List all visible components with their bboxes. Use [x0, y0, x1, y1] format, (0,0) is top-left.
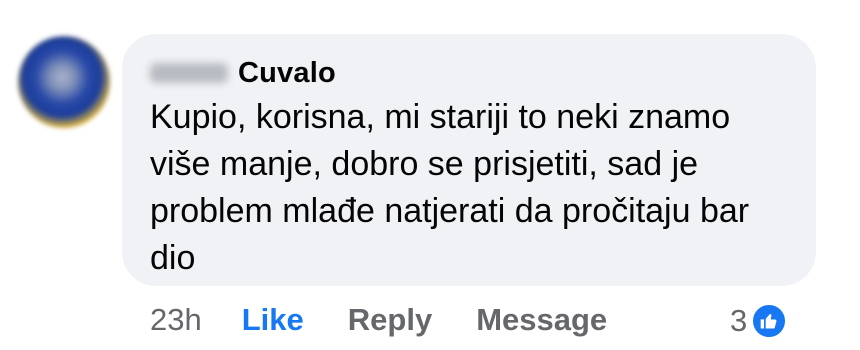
- comment-author[interactable]: Cuvalo: [150, 56, 336, 90]
- reaction-summary[interactable]: 3: [730, 298, 788, 344]
- reaction-count: 3: [730, 303, 748, 338]
- comment-timestamp[interactable]: 23h: [150, 302, 202, 338]
- message-button[interactable]: Message: [476, 302, 607, 338]
- avatar[interactable]: [18, 36, 110, 128]
- like-icon: [751, 303, 788, 339]
- like-button[interactable]: Like: [242, 302, 304, 338]
- author-first-name-blurred: [150, 63, 228, 83]
- comment-text: Kupio, korisna, mi stariji to neki znamo…: [150, 98, 750, 277]
- author-name[interactable]: Cuvalo: [238, 57, 336, 90]
- comment-container: Cuvalo Kupio, korisna, mi stariji to nek…: [0, 0, 860, 350]
- comment-actions: 23h Like Reply Message: [150, 296, 607, 344]
- reply-button[interactable]: Reply: [348, 302, 432, 338]
